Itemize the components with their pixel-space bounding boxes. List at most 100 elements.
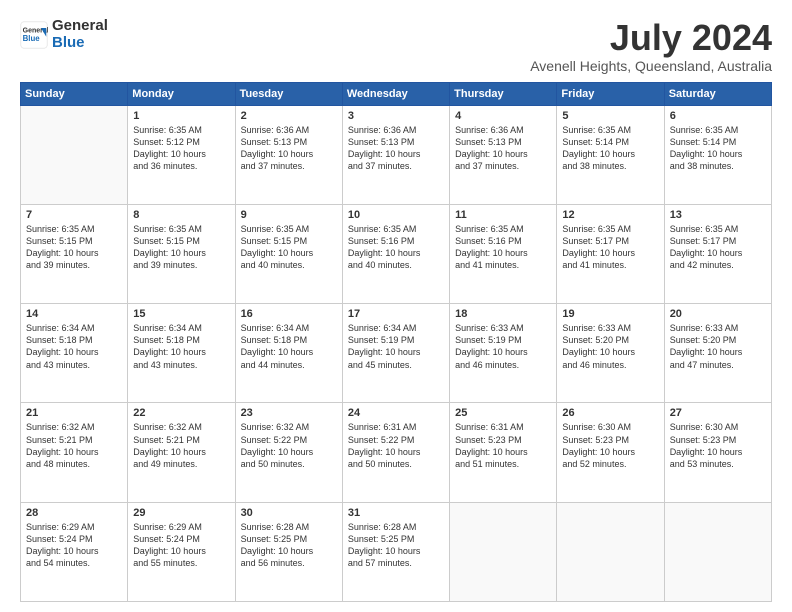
day-number: 18 — [455, 308, 551, 320]
col-wednesday: Wednesday — [342, 82, 449, 105]
day-info: Sunrise: 6:35 AM Sunset: 5:15 PM Dayligh… — [241, 223, 337, 272]
calendar-cell: 20 Sunrise: 6:33 AM Sunset: 5:20 PM Dayli… — [664, 304, 771, 403]
day-info: Sunrise: 6:35 AM Sunset: 5:17 PM Dayligh… — [670, 223, 766, 272]
col-sunday: Sunday — [21, 82, 128, 105]
calendar-cell: 24 Sunrise: 6:31 AM Sunset: 5:22 PM Dayli… — [342, 403, 449, 502]
calendar-table: Sunday Monday Tuesday Wednesday Thursday… — [20, 82, 772, 602]
calendar-cell: 21Sunrise: 6:32 AM Sunset: 5:21 PM Dayli… — [21, 403, 128, 502]
day-info: Sunrise: 6:31 AM Sunset: 5:23 PM Dayligh… — [455, 421, 551, 470]
day-number: 23 — [241, 407, 337, 419]
calendar-cell: 18 Sunrise: 6:33 AM Sunset: 5:19 PM Dayli… — [450, 304, 557, 403]
day-number: 2 — [241, 110, 337, 122]
day-number: 13 — [670, 209, 766, 221]
day-number: 31 — [348, 507, 444, 519]
calendar-cell: 27 Sunrise: 6:30 AM Sunset: 5:23 PM Dayli… — [664, 403, 771, 502]
calendar-cell: 9 Sunrise: 6:35 AM Sunset: 5:15 PM Daylig… — [235, 204, 342, 303]
col-saturday: Saturday — [664, 82, 771, 105]
day-info: Sunrise: 6:33 AM Sunset: 5:20 PM Dayligh… — [562, 322, 658, 371]
calendar-cell: 16Sunrise: 6:34 AM Sunset: 5:18 PM Dayli… — [235, 304, 342, 403]
day-number: 15 — [133, 308, 229, 320]
day-number: 11 — [455, 209, 551, 221]
calendar-cell: 3Sunrise: 6:36 AM Sunset: 5:13 PM Daylig… — [342, 105, 449, 204]
calendar-week-row: 21 Sunrise: 6:32 AM Sunset: 5:21 PM Dayli… — [21, 403, 772, 502]
day-number: 9 — [241, 209, 337, 221]
day-info: Sunrise: 6:32 AM Sunset: 5:21 PM Dayligh… — [133, 421, 229, 470]
day-number: 22 — [133, 407, 229, 419]
calendar-cell: 26 Sunrise: 6:30 AM Sunset: 5:23 PM Dayli… — [557, 403, 664, 502]
day-info: Sunrise: 6:33 AM Sunset: 5:19 PM Dayligh… — [455, 322, 551, 371]
calendar-cell: 29 Sunrise: 6:29 AM Sunset: 5:24 PM Dayli… — [128, 502, 235, 601]
day-number: 5 — [562, 110, 658, 122]
day-info: Sunrise: 6:31 AM Sunset: 5:22 PM Dayligh… — [348, 421, 444, 470]
logo-general-text: General — [52, 17, 108, 34]
day-number: 26 — [562, 407, 658, 419]
logo-blue-text: Blue — [52, 34, 85, 51]
day-number: 6 — [670, 110, 766, 122]
calendar-cell: 30Sunrise: 6:28 AM Sunset: 5:25 PM Dayli… — [235, 502, 342, 601]
calendar-cell: 25 Sunrise: 6:31 AM Sunset: 5:23 PM Dayli… — [450, 403, 557, 502]
calendar-cell: 22 Sunrise: 6:32 AM Sunset: 5:21 PM Dayli… — [128, 403, 235, 502]
calendar-cell: 31 Sunrise: 6:28 AM Sunset: 5:25 PM Dayli… — [342, 502, 449, 601]
day-number: 19 — [562, 308, 658, 320]
day-info: Sunrise: 6:30 AM Sunset: 5:23 PM Dayligh… — [670, 421, 766, 470]
calendar-header-row: Sunday Monday Tuesday Wednesday Thursday… — [21, 82, 772, 105]
day-number: 20 — [670, 308, 766, 320]
day-info: Sunrise: 6:36 AM Sunset: 5:13 PM Dayligh… — [455, 124, 551, 173]
day-number: 30 — [241, 507, 337, 519]
calendar-week-row: 7 Sunrise: 6:35 AM Sunset: 5:15 PM Daylig… — [21, 204, 772, 303]
calendar-cell — [557, 502, 664, 601]
calendar-cell — [664, 502, 771, 601]
col-friday: Friday — [557, 82, 664, 105]
calendar-cell: 8Sunrise: 6:35 AM Sunset: 5:15 PM Daylig… — [128, 204, 235, 303]
calendar-cell: 4 Sunrise: 6:36 AM Sunset: 5:13 PM Daylig… — [450, 105, 557, 204]
page: General Blue General Blue July 2024 Aven… — [0, 0, 792, 612]
day-info: Sunrise: 6:34 AM Sunset: 5:18 PM Dayligh… — [26, 322, 122, 371]
day-info: Sunrise: 6:36 AM Sunset: 5:13 PM Dayligh… — [241, 124, 337, 173]
calendar-cell: 17Sunrise: 6:34 AM Sunset: 5:19 PM Dayli… — [342, 304, 449, 403]
day-info: Sunrise: 6:35 AM Sunset: 5:12 PM Dayligh… — [133, 124, 229, 173]
calendar-cell: 13 Sunrise: 6:35 AM Sunset: 5:17 PM Dayli… — [664, 204, 771, 303]
calendar-cell — [21, 105, 128, 204]
day-info: Sunrise: 6:33 AM Sunset: 5:20 PM Dayligh… — [670, 322, 766, 371]
calendar-cell: 12 Sunrise: 6:35 AM Sunset: 5:17 PM Dayli… — [557, 204, 664, 303]
day-number: 12 — [562, 209, 658, 221]
day-number: 3 — [348, 110, 444, 122]
day-number: 7 — [26, 209, 122, 221]
day-number: 14 — [26, 308, 122, 320]
col-tuesday: Tuesday — [235, 82, 342, 105]
calendar-cell: 6 Sunrise: 6:35 AM Sunset: 5:14 PM Daylig… — [664, 105, 771, 204]
day-number: 1 — [133, 110, 229, 122]
header: General Blue General Blue July 2024 Aven… — [20, 18, 772, 74]
day-number: 29 — [133, 507, 229, 519]
day-info: Sunrise: 6:35 AM Sunset: 5:14 PM Dayligh… — [670, 124, 766, 173]
day-number: 16 — [241, 308, 337, 320]
col-monday: Monday — [128, 82, 235, 105]
calendar-cell: 28Sunrise: 6:29 AM Sunset: 5:24 PM Dayli… — [21, 502, 128, 601]
day-number: 10 — [348, 209, 444, 221]
calendar-cell: 11Sunrise: 6:35 AM Sunset: 5:16 PM Dayli… — [450, 204, 557, 303]
location-subtitle: Avenell Heights, Queensland, Australia — [530, 58, 772, 74]
calendar-cell: 5Sunrise: 6:35 AM Sunset: 5:14 PM Daylig… — [557, 105, 664, 204]
day-info: Sunrise: 6:28 AM Sunset: 5:25 PM Dayligh… — [348, 521, 444, 570]
svg-text:Blue: Blue — [23, 34, 41, 43]
day-number: 27 — [670, 407, 766, 419]
day-info: Sunrise: 6:29 AM Sunset: 5:24 PM Dayligh… — [133, 521, 229, 570]
day-number: 8 — [133, 209, 229, 221]
day-info: Sunrise: 6:35 AM Sunset: 5:15 PM Dayligh… — [26, 223, 122, 272]
calendar-week-row: 14 Sunrise: 6:34 AM Sunset: 5:18 PM Dayli… — [21, 304, 772, 403]
calendar-cell: 2 Sunrise: 6:36 AM Sunset: 5:13 PM Daylig… — [235, 105, 342, 204]
day-number: 25 — [455, 407, 551, 419]
col-thursday: Thursday — [450, 82, 557, 105]
day-number: 17 — [348, 308, 444, 320]
day-number: 24 — [348, 407, 444, 419]
day-number: 4 — [455, 110, 551, 122]
calendar-cell: 19 Sunrise: 6:33 AM Sunset: 5:20 PM Dayli… — [557, 304, 664, 403]
day-info: Sunrise: 6:30 AM Sunset: 5:23 PM Dayligh… — [562, 421, 658, 470]
calendar-cell: 1 Sunrise: 6:35 AM Sunset: 5:12 PM Daylig… — [128, 105, 235, 204]
calendar-cell — [450, 502, 557, 601]
day-number: 21 — [26, 407, 122, 419]
calendar-cell: 7 Sunrise: 6:35 AM Sunset: 5:15 PM Daylig… — [21, 204, 128, 303]
day-info: Sunrise: 6:35 AM Sunset: 5:16 PM Dayligh… — [348, 223, 444, 272]
calendar-cell: 23Sunrise: 6:32 AM Sunset: 5:22 PM Dayli… — [235, 403, 342, 502]
day-info: Sunrise: 6:35 AM Sunset: 5:17 PM Dayligh… — [562, 223, 658, 272]
